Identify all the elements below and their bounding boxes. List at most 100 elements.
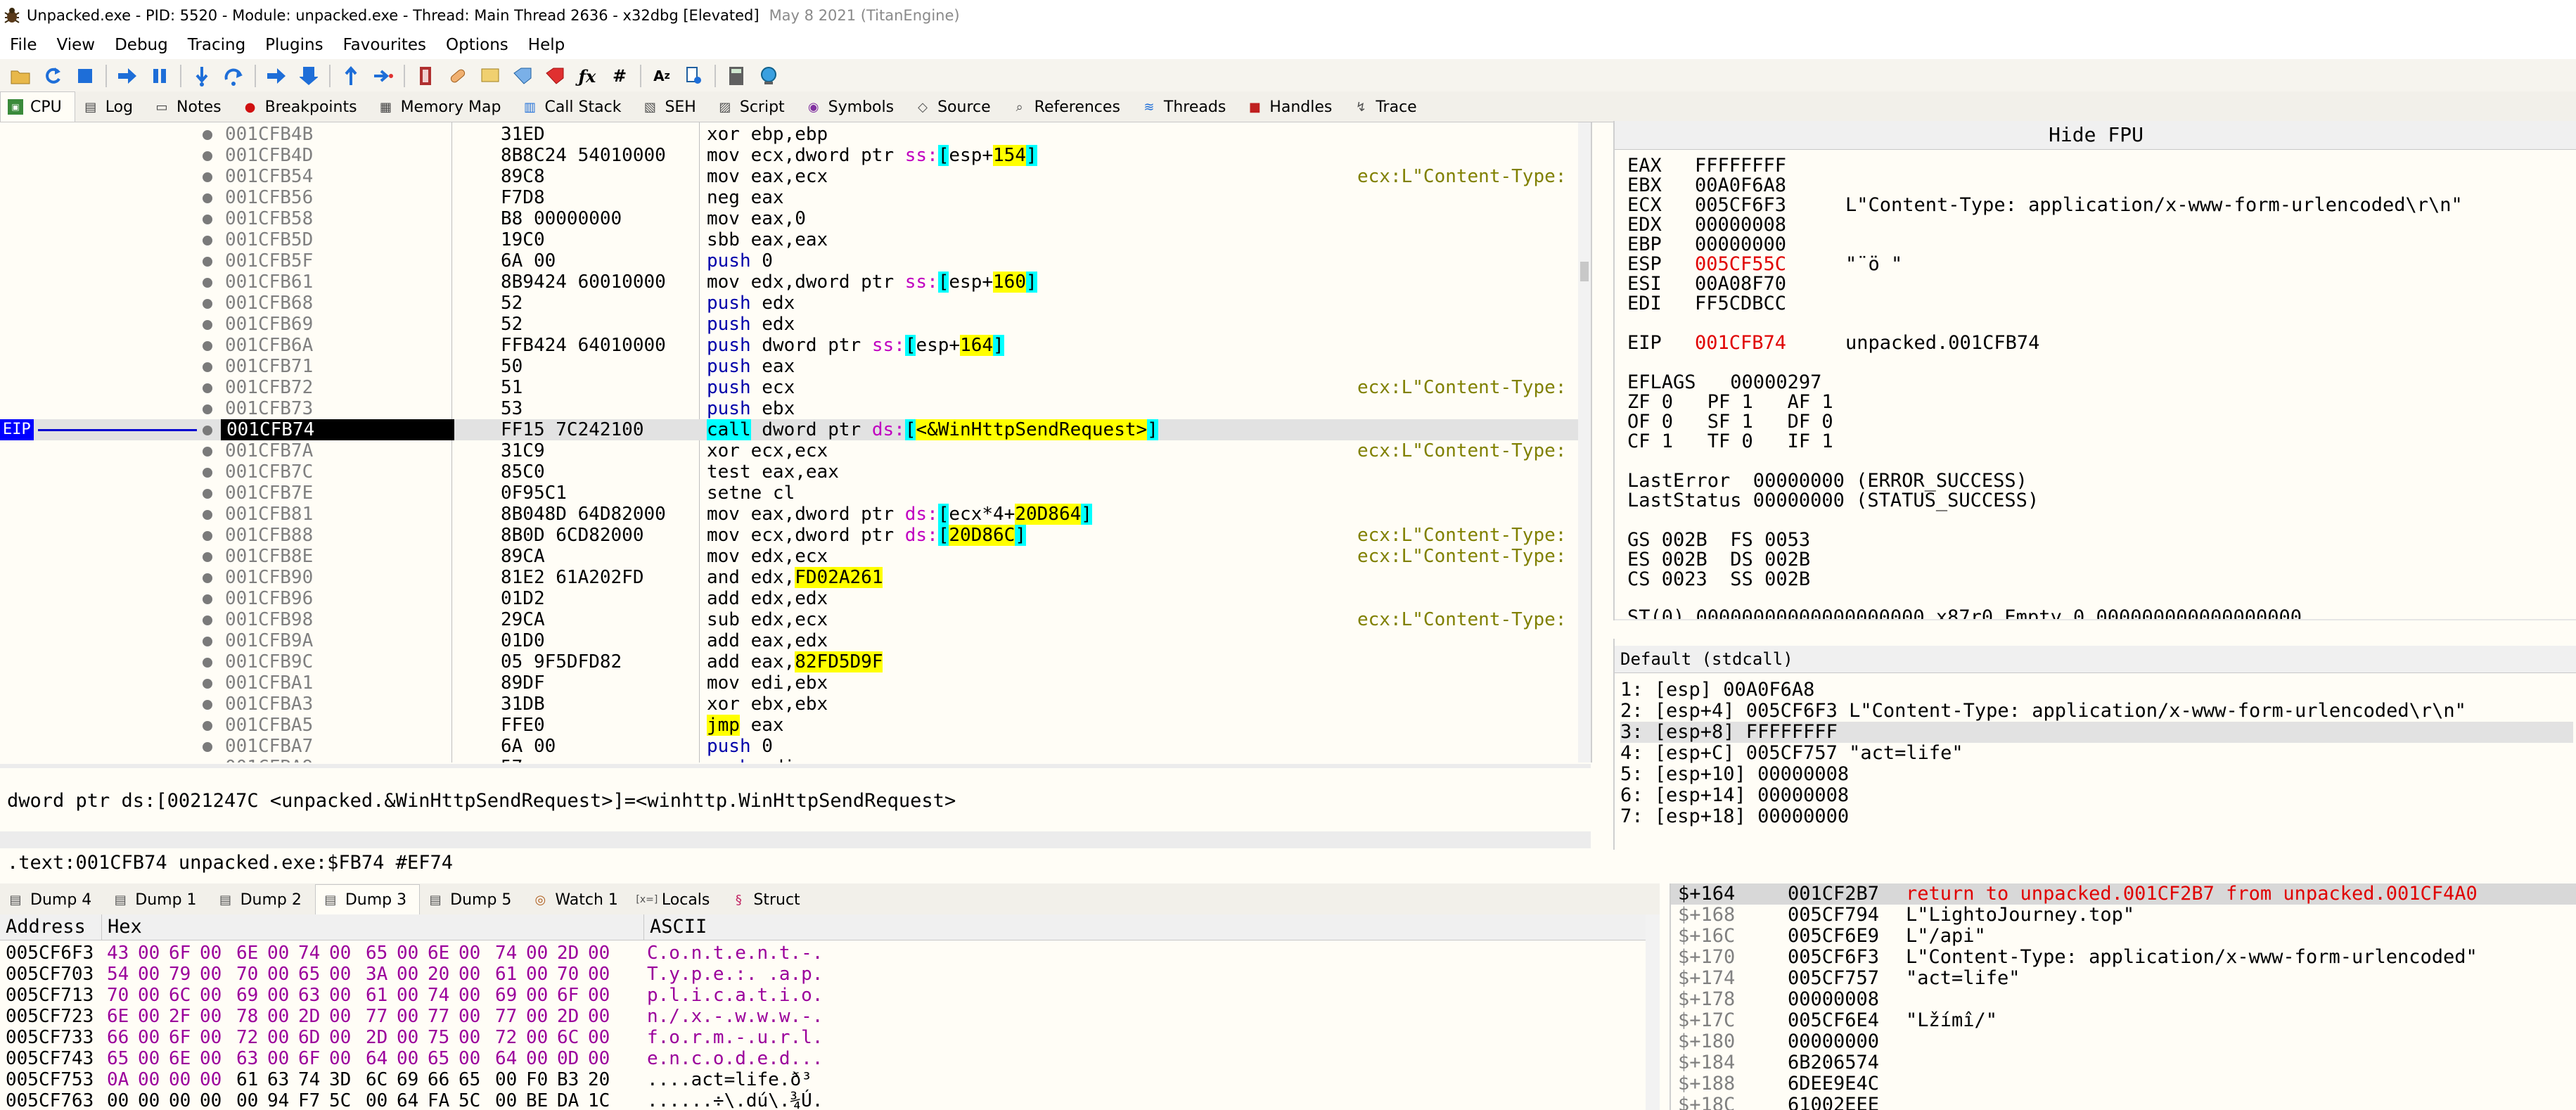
disasm-row[interactable]: 001CFB61 8B9424 60010000 mov edx,dword ptr…	[0, 272, 1591, 293]
register-hscroll[interactable]	[1615, 619, 2576, 620]
dump-hex-bytes[interactable]: 66 00 6F 00 72 00 6D 00 2D 00 75 00 72 00 6C 00	[107, 1027, 619, 1048]
breakpoint-dot-icon[interactable]	[203, 615, 212, 625]
disasm-row[interactable]: 001CFB8E 89CA mov edx,ecx ecx:L"Content-Typ…	[0, 546, 1591, 567]
tab-cpu[interactable]: ▣ CPU	[0, 91, 75, 122]
stack-row[interactable]: $+184 6B206574	[1671, 1052, 2576, 1073]
menu-favourites[interactable]: Favourites	[333, 36, 436, 54]
disasm-row[interactable]: 001CFB54 89C8 mov eax,ecx ecx:L"Content-Typ…	[0, 166, 1591, 187]
disasm-row[interactable]: 001CFBA7 6A 00 push 0	[0, 736, 1591, 757]
disasm-row[interactable]: 001CFB96 01D2 add edx,edx	[0, 588, 1591, 609]
menu-plugins[interactable]: Plugins	[255, 36, 333, 54]
disasm-row[interactable]: 001CFB71 50 push eax	[0, 356, 1591, 377]
menu-help[interactable]: Help	[518, 36, 575, 54]
animate-into-icon[interactable]	[297, 64, 321, 88]
breakpoint-dot-icon[interactable]	[203, 299, 212, 309]
breakpoint-dot-icon[interactable]	[203, 447, 212, 457]
breakpoint-dot-icon[interactable]	[203, 193, 212, 203]
disasm-row[interactable]: 001CFB7E 0F95C1 setne cl	[0, 483, 1591, 504]
register-ebp[interactable]: EBP 00000000	[1627, 235, 1845, 255]
breakpoint-dot-icon[interactable]	[203, 426, 212, 435]
stack-row[interactable]: $+16C 005CF6E9 L"/api"	[1671, 926, 2576, 947]
register-edi[interactable]: EDI FF5CDBCC	[1627, 294, 1845, 314]
eflags-value[interactable]: EFLAGS 00000297	[1627, 373, 1821, 393]
breakpoint-dot-icon[interactable]	[203, 742, 212, 752]
tab-seh[interactable]: ▧ SEH	[634, 91, 710, 122]
dump-hex-bytes[interactable]: 65 00 6E 00 63 00 6F 00 64 00 65 00 64 00 0D 00	[107, 1048, 619, 1069]
hash-icon[interactable]: #	[608, 64, 632, 88]
splitter[interactable]	[0, 764, 1591, 768]
call-argument-row[interactable]: 3: [esp+8] FFFFFFFF	[1620, 722, 2573, 743]
tab-breakpoints[interactable]: ● Breakpoints	[234, 91, 371, 122]
breakpoint-dot-icon[interactable]	[203, 531, 212, 541]
breakpoint-dot-icon[interactable]	[203, 721, 212, 731]
tab-watch-1[interactable]: ◎ Watch 1	[525, 884, 632, 914]
menu-debug[interactable]: Debug	[105, 36, 178, 54]
dump-header-hex[interactable]: Hex	[102, 914, 644, 940]
pause-icon[interactable]	[148, 64, 172, 88]
tab-symbols[interactable]: ◉ Symbols	[797, 91, 908, 122]
tab-log[interactable]: ▤ Log	[75, 91, 147, 122]
disasm-row[interactable]: 001CFB9C 05 9F5DFD82 add eax,82FD5D9F	[0, 651, 1591, 672]
disasm-row[interactable]: 001CFB88 8B0D 6CD82000 mov ecx,dword ptr d…	[0, 525, 1591, 546]
call-convention-panel[interactable]: Default (stdcall) 1: [esp] 00A0F6A8 2: [e…	[1613, 639, 2576, 850]
breakpoint-dot-icon[interactable]	[203, 383, 212, 393]
flags-row[interactable]: OF 0 SF 1 DF 0	[1627, 412, 1833, 432]
disasm-row[interactable]: 001CFBA9 57 push edi	[0, 757, 1591, 763]
globe-icon[interactable]	[757, 64, 781, 88]
stack-row[interactable]: $+164 001CF2B7 return to unpacked.001CF2B7…	[1671, 883, 2576, 905]
stack-view[interactable]: $+164 001CF2B7 return to unpacked.001CF2B7…	[1670, 883, 2576, 1110]
tab-dump-5[interactable]: ▤ Dump 5	[420, 884, 525, 914]
dump-hex-bytes[interactable]: 00 00 00 00 00 94 F7 5C 00 64 FA 5C 00 BE DA 1C	[107, 1090, 619, 1110]
disasm-row[interactable]: 001CFB90 81E2 61A202FD and edx,FD02A261	[0, 567, 1591, 588]
tab-struct[interactable]: § Struct	[723, 884, 814, 914]
stack-row[interactable]: $+18C 61002EEE	[1671, 1095, 2576, 1110]
breakpoint-dot-icon[interactable]	[203, 215, 212, 224]
segment-registers[interactable]: GS 002B FS 0053	[1627, 530, 1810, 550]
disasm-row[interactable]: 001CFB68 52 push edx	[0, 293, 1591, 314]
disasm-row[interactable]: 001CFB4B 31ED xor ebp,ebp	[0, 124, 1591, 145]
patch-icon[interactable]	[446, 64, 470, 88]
disasm-row[interactable]: 001CFB72 51 push ecx ecx:L"Content-Type:	[0, 377, 1591, 398]
breakpoint-dot-icon[interactable]	[203, 172, 212, 182]
execute-till-return-icon[interactable]	[339, 64, 363, 88]
breakpoint-dot-icon[interactable]	[203, 552, 212, 562]
register-eip[interactable]: EIP 001CFB74 unpacked.001CFB74	[1627, 333, 2039, 353]
breakpoint-dot-icon[interactable]	[203, 320, 212, 330]
register-esi[interactable]: ESI 00A08F70	[1627, 274, 1845, 294]
breakpoint-dot-icon[interactable]	[203, 510, 212, 520]
menu-file[interactable]: File	[0, 36, 47, 54]
tab-source[interactable]: ◇ Source	[907, 91, 1004, 122]
register-value[interactable]: FF5CDBCC	[1695, 294, 1845, 314]
dump-header-ascii[interactable]: ASCII	[644, 914, 1649, 940]
dump-hex-bytes[interactable]: 54 00 79 00 70 00 65 00 3A 00 20 00 61 00 70 00	[107, 964, 619, 985]
close-icon[interactable]	[73, 64, 97, 88]
disasm-row[interactable]: 001CFB5D 19C0 sbb eax,eax	[0, 229, 1591, 250]
stack-row[interactable]: $+188 6DEE9E4C	[1671, 1073, 2576, 1095]
tab-dump-4[interactable]: ▤ Dump 4	[0, 884, 105, 914]
breakpoint-dot-icon[interactable]	[203, 573, 212, 583]
disasm-row[interactable]: 001CFB69 52 push edx	[0, 314, 1591, 335]
stack-row[interactable]: $+170 005CF6F3 L"Content-Type: application…	[1671, 947, 2576, 968]
function-icon[interactable]: ƒx	[575, 64, 599, 88]
disasm-row[interactable]: 001CFB56 F7D8 neg eax	[0, 187, 1591, 208]
calculator-icon[interactable]	[724, 64, 748, 88]
tab-dump-2[interactable]: ▤ Dump 2	[210, 884, 315, 914]
register-value[interactable]: 00000008	[1695, 215, 1845, 235]
tab-locals[interactable]: [x=] Locals	[631, 884, 724, 914]
tab-handles[interactable]: ■ Handles	[1239, 91, 1346, 122]
call-argument-row[interactable]: 6: [esp+14] 00000008	[1620, 785, 2573, 806]
tab-trace[interactable]: ↯ Trace	[1345, 91, 1430, 122]
breakpoint-dot-icon[interactable]	[203, 151, 212, 161]
dump-hex-bytes[interactable]: 43 00 6F 00 6E 00 74 00 65 00 6E 00 74 00 2D 00	[107, 943, 619, 964]
call-argument-row[interactable]: 1: [esp] 00A0F6A8	[1620, 680, 2573, 701]
step-into-icon[interactable]	[190, 64, 214, 88]
disasm-row[interactable]: 001CFB7A 31C9 xor ecx,ecx ecx:L"Content-Typ…	[0, 440, 1591, 461]
disasm-row[interactable]: 001CFB7C 85C0 test eax,eax	[0, 461, 1591, 483]
disassembly-view[interactable]: 001CFB4B 31ED xor ebp,ebp 001CFB4D 8B8C24 54…	[0, 122, 1592, 763]
breakpoint-dot-icon[interactable]	[203, 658, 212, 668]
breakpoint-dot-icon[interactable]	[203, 341, 212, 351]
call-argument-row[interactable]: 5: [esp+10] 00000008	[1620, 764, 2573, 785]
register-value[interactable]: 00000000	[1695, 235, 1845, 255]
segment-registers[interactable]: ES 002B DS 002B	[1627, 550, 1810, 570]
menu-view[interactable]: View	[47, 36, 105, 54]
